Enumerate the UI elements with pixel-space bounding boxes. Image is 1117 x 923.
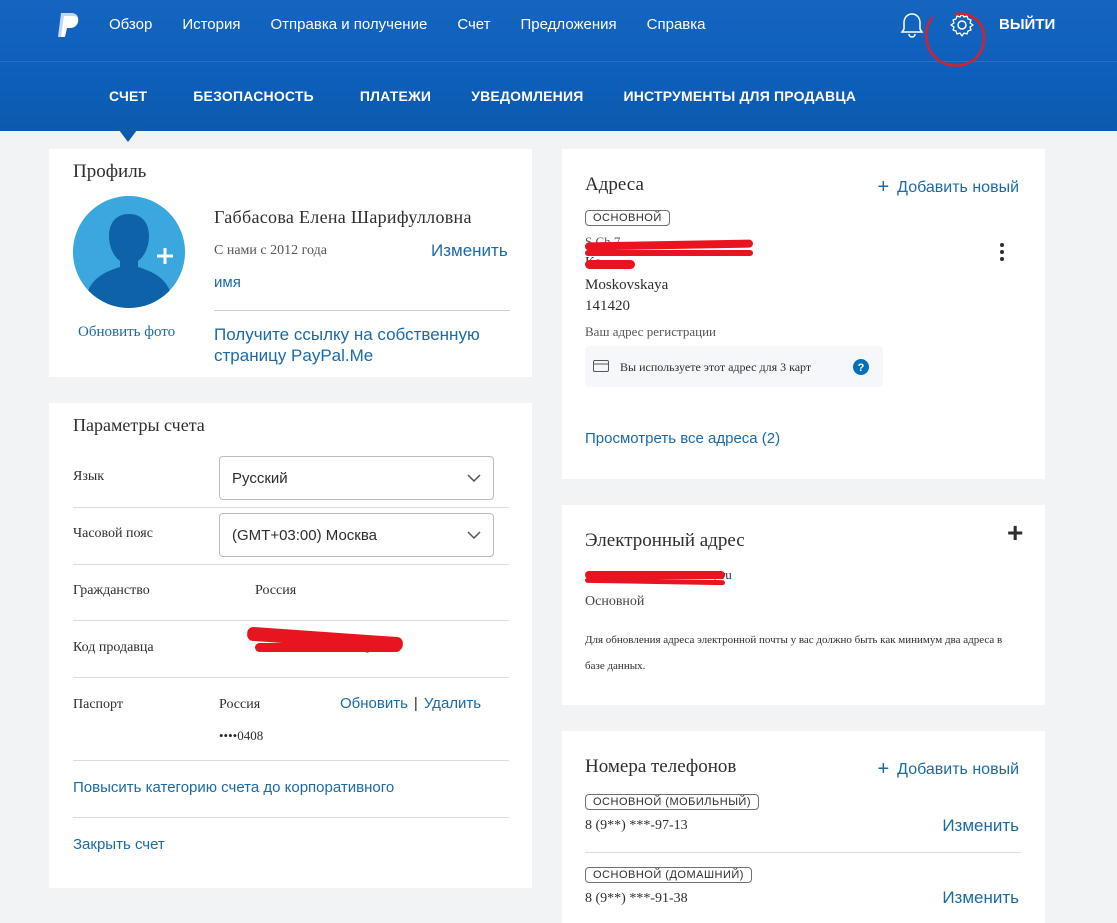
divider (73, 677, 509, 678)
view-all-addresses-link[interactable]: Просмотреть все адреса (2) (585, 430, 780, 447)
email-status: Основной (585, 594, 645, 609)
redaction-mark (585, 250, 753, 256)
chevron-down-icon (467, 474, 481, 482)
tab-seller-tools[interactable]: ИНСТРУМЕНТЫ ДЛЯ ПРОДАВЦА (623, 88, 856, 104)
redaction-mark (584, 239, 754, 251)
language-select[interactable]: Русский (219, 456, 494, 500)
more-options-icon[interactable] (998, 243, 1006, 263)
divider (585, 852, 1021, 853)
phones-title: Номера телефонов (585, 756, 737, 777)
language-label: Язык (73, 469, 105, 484)
card-icon (593, 360, 609, 372)
passport-update-link[interactable]: Обновить (340, 695, 408, 712)
change-name-link-2[interactable]: имя (214, 274, 241, 291)
user-full-name: Габбасова Елена Шарифулловна (214, 207, 472, 227)
timezone-label: Часовой пояс (73, 526, 153, 541)
citizenship-value: Россия (255, 583, 297, 598)
nav-offers[interactable]: Предложения (521, 16, 617, 33)
separator: | (413, 695, 418, 712)
divider (73, 564, 509, 565)
phone-badge-mobile: ОСНОВНОЙ (МОБИЛЬНЫЙ) (585, 794, 759, 810)
phone-number-home: 8 (9**) ***-91-38 (585, 891, 688, 906)
passport-actions: Обновить | Удалить (340, 695, 481, 712)
active-tab-indicator (113, 122, 143, 142)
annotation-circle (925, 12, 986, 67)
citizenship-label: Гражданство (73, 583, 150, 598)
passport-label: Паспорт (73, 697, 123, 712)
add-address-button[interactable]: + Добавить новый (877, 176, 1019, 199)
profile-title: Профиль (73, 161, 147, 182)
nav-account[interactable]: Счет (457, 16, 490, 33)
redaction-mark (584, 577, 726, 586)
tab-payments[interactable]: ПЛАТЕЖИ (360, 88, 431, 104)
divider (73, 817, 509, 818)
help-icon[interactable]: ? (853, 359, 869, 375)
add-phone-button[interactable]: + Добавить новый (877, 758, 1019, 781)
sub-nav: СЧЕТ БЕЗОПАСНОСТЬ ПЛАТЕЖИ УВЕДОМЛЕНИЯ ИН… (109, 88, 856, 104)
addresses-title: Адреса (585, 174, 644, 195)
account-settings-title: Параметры счета (73, 415, 205, 435)
address-usage-notice: Вы используете этот адрес для 3 карт ? (585, 346, 883, 387)
tab-account[interactable]: СЧЕТ (109, 88, 147, 104)
address-line-3: Moskovskaya (585, 277, 669, 293)
passport-delete-link[interactable]: Удалить (424, 695, 481, 712)
plus-icon: + (877, 176, 890, 198)
address-line-4: 141420 (585, 298, 630, 314)
nav-send-receive[interactable]: Отправка и получение (271, 16, 428, 33)
phone-number-mobile: 8 (9**) ***-97-13 (585, 818, 688, 833)
logout-link[interactable]: ВЫЙТИ (999, 16, 1055, 33)
user-silhouette-icon (73, 196, 185, 308)
passport-number: ••••0408 (219, 728, 264, 743)
timezone-select[interactable]: (GMT+03:00) Москва (219, 513, 494, 557)
add-phone-label: Добавить новый (897, 760, 1019, 778)
divider (214, 310, 510, 311)
upgrade-account-link[interactable]: Повысить категорию счета до корпоративно… (73, 779, 394, 796)
redaction-mark (255, 643, 401, 652)
nav-history[interactable]: История (182, 16, 240, 33)
tab-notifications[interactable]: УВЕДОМЛЕНИЯ (471, 88, 583, 104)
nav-overview[interactable]: Обзор (109, 16, 152, 33)
email-card: Электронный адрес + y.ru Основной Для об… (562, 505, 1045, 705)
add-email-icon[interactable]: + (1007, 517, 1023, 549)
divider (73, 620, 509, 621)
svg-text:?: ? (858, 362, 865, 374)
paypalme-link[interactable]: Получите ссылку на собственную страницу … (214, 324, 514, 366)
chevron-down-icon (467, 531, 481, 539)
phones-card: Номера телефонов + Добавить новый ОСНОВН… (562, 731, 1045, 923)
language-value: Русский (232, 469, 288, 487)
divider (73, 760, 509, 761)
timezone-value: (GMT+03:00) Москва (232, 526, 377, 544)
member-since: С нами с 2012 года (214, 243, 327, 258)
change-name-link[interactable]: Изменить (431, 241, 508, 261)
registration-note: Ваш адрес регистрации (585, 324, 717, 339)
phone-badge-home: ОСНОВНОЙ (ДОМАШНИЙ) (585, 867, 752, 883)
primary-badge: ОСНОВНОЙ (585, 210, 670, 226)
paypal-logo-icon[interactable] (54, 10, 84, 40)
avatar[interactable] (73, 196, 185, 308)
add-address-label: Добавить новый (897, 178, 1019, 196)
nav-help[interactable]: Справка (647, 16, 706, 33)
passport-country: Россия (219, 697, 261, 712)
redaction-mark (585, 260, 635, 269)
profile-card: Профиль Обновить фото Габбасова Елена Ша… (49, 149, 532, 377)
top-header: Обзор История Отправка и получение Счет … (0, 0, 1117, 131)
divider (73, 507, 509, 508)
tab-security[interactable]: БЕЗОПАСНОСТЬ (193, 88, 314, 104)
close-account-link[interactable]: Закрыть счет (73, 836, 165, 853)
seller-code-label: Код продавца (73, 640, 154, 655)
edit-phone-mobile-link[interactable]: Изменить (942, 816, 1019, 836)
main-nav: Обзор История Отправка и получение Счет … (109, 16, 736, 33)
email-title: Электронный адрес (585, 530, 745, 551)
edit-phone-home-link[interactable]: Изменить (942, 888, 1019, 908)
account-settings-card: Параметры счета Язык Русский Часовой поя… (49, 403, 532, 888)
plus-icon: + (877, 758, 890, 780)
email-note: Для обновления адреса электронной почты … (585, 634, 1003, 672)
notice-text: Вы используете этот адрес для 3 карт (620, 360, 812, 374)
addresses-card: Адреса + Добавить новый ОСНОВНОЙ S Ch 7 … (562, 149, 1045, 479)
update-photo-link[interactable]: Обновить фото (78, 324, 175, 341)
